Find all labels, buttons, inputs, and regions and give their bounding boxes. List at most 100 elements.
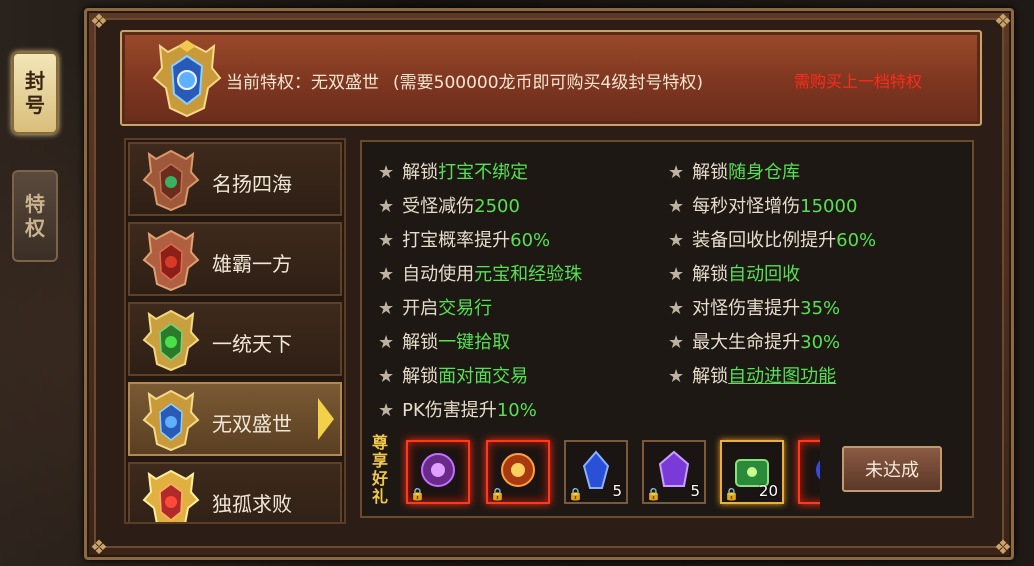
tab-title[interactable]: 封 号 [12, 52, 58, 134]
perk-item: ★ 解锁打宝不绑定 [378, 158, 528, 184]
star-icon: ★ [378, 196, 395, 217]
lock-icon: 🔒 [724, 487, 739, 501]
requirement-text: (需要500000龙币即可购买4级封号特权) [393, 73, 703, 93]
perk-item: ★ 开启交易行 [378, 294, 492, 320]
perk-highlight: 交易行 [438, 298, 493, 319]
perk-item: ★ 受怪减伤2500 [378, 192, 520, 218]
lock-icon: 🔒 [410, 487, 425, 501]
frame-corner-ornament: ❖ [994, 535, 1012, 559]
lock-icon: 🔒 [490, 487, 505, 501]
bronze-emblem-icon [142, 149, 200, 212]
gift-quantity: 20 [758, 482, 778, 500]
star-icon: ★ [668, 230, 685, 251]
perk-highlight: 元宝和经验珠 [474, 264, 583, 285]
tab-privilege-char-2: 权 [25, 216, 45, 240]
rank-list: 名扬四海 雄霸一方 一统天下 无双盛世 独孤求败 [124, 138, 346, 524]
star-icon: ★ [378, 332, 395, 353]
perk-highlight: 10% [496, 400, 537, 421]
perk-prefix: 解锁 [692, 366, 729, 387]
gift-quantity: 5 [690, 482, 700, 500]
perk-prefix: 每秒对怪增伤 [692, 196, 801, 217]
perk-highlight: 随身仓库 [728, 162, 801, 183]
perk-highlight: 面对面交易 [438, 366, 529, 387]
tab-title-char-2: 号 [25, 93, 45, 117]
perk-prefix: 解锁 [402, 366, 439, 387]
not-achieved-button[interactable]: 未达成 [842, 446, 942, 492]
star-icon: ★ [378, 366, 395, 387]
frame-corner-ornament: ❖ [90, 9, 108, 33]
perk-prefix: 最大生命提升 [692, 332, 801, 353]
blue-emblem-icon [152, 40, 222, 118]
gift-slot-4[interactable]: 🔒 5 [642, 440, 706, 504]
lock-icon: 🔒 [568, 487, 583, 501]
perk-highlight: 60% [836, 230, 877, 251]
star-icon: ★ [378, 264, 395, 285]
frame-corner-ornament: ❖ [994, 9, 1012, 33]
perk-item: ★ 解锁面对面交易 [378, 362, 528, 388]
gift-slot-1[interactable]: 🔒 [406, 440, 470, 504]
perk-item: ★ 对怪伤害提升35% [668, 294, 840, 320]
perk-item: ★ 解锁自动回收 [668, 260, 800, 286]
gift-slot-6[interactable] [798, 440, 820, 504]
perk-item: ★ 解锁随身仓库 [668, 158, 800, 184]
rank-item-4-selected[interactable]: 无双盛世 [128, 382, 342, 456]
perk-prefix: 解锁 [692, 264, 729, 285]
tab-privilege-char-1: 特 [25, 192, 45, 216]
frame-corner-ornament: ❖ [90, 535, 108, 559]
current-privilege-label: 当前特权：无双盛世 [226, 73, 379, 93]
star-icon: ★ [668, 196, 685, 217]
star-icon: ★ [378, 230, 395, 251]
tab-title-char-1: 封 [25, 69, 45, 93]
star-icon: ★ [378, 162, 395, 183]
perk-prefix: PK伤害提升 [402, 400, 497, 421]
rank-item-5[interactable]: 独孤求败 [128, 462, 342, 522]
star-icon: ★ [668, 366, 685, 387]
tab-privilege[interactable]: 特 权 [12, 170, 58, 262]
perk-prefix: 自动使用 [402, 264, 475, 285]
rank-name: 雄霸一方 [212, 252, 292, 276]
star-icon: ★ [668, 162, 685, 183]
star-icon: ★ [668, 332, 685, 353]
gift-slot-3[interactable]: 🔒 5 [564, 440, 628, 504]
perk-item: ★ PK伤害提升10% [378, 396, 537, 422]
blue-emblem-icon [142, 389, 200, 452]
perk-highlight: 30% [800, 332, 841, 353]
warning-text: 需购买上一档特权 [794, 72, 923, 91]
perk-highlight: 60% [510, 230, 551, 251]
perk-highlight: 打宝不绑定 [438, 162, 529, 183]
gift-quantity: 5 [612, 482, 622, 500]
green-emblem-icon [142, 309, 200, 372]
gift-slot-2[interactable]: 🔒 [486, 440, 550, 504]
rank-item-2[interactable]: 雄霸一方 [128, 222, 342, 296]
gold-emblem-icon [142, 469, 200, 522]
rank-item-1[interactable]: 名扬四海 [128, 142, 342, 216]
star-icon: ★ [378, 298, 395, 319]
perk-highlight[interactable]: 自动进图功能 [728, 366, 836, 387]
perk-prefix: 解锁 [692, 162, 729, 183]
perk-item: ★ 打宝概率提升60% [378, 226, 550, 252]
perk-prefix: 开启 [402, 298, 439, 319]
perk-highlight: 15000 [800, 196, 858, 217]
perk-highlight: 自动回收 [728, 264, 801, 285]
perk-item: ★ 每秒对怪增伤15000 [668, 192, 857, 218]
perk-highlight: 一键拾取 [438, 332, 511, 353]
current-privilege-text: 当前特权：无双盛世 (需要500000龙币即可购买4级封号特权) [226, 68, 703, 93]
perk-prefix: 打宝概率提升 [402, 230, 511, 251]
rank-item-3[interactable]: 一统天下 [128, 302, 342, 376]
perk-item: ★ 最大生命提升30% [668, 328, 840, 354]
star-icon: ★ [668, 298, 685, 319]
perk-prefix: 解锁 [402, 162, 439, 183]
perk-item: ★ 解锁一键拾取 [378, 328, 510, 354]
perk-prefix: 受怪减伤 [402, 196, 475, 217]
perk-item: ★ 自动使用元宝和经验珠 [378, 260, 582, 286]
gift-slot-5[interactable]: 🔒 20 [720, 440, 784, 504]
red-emblem-icon [142, 229, 200, 292]
lock-icon: 🔒 [646, 487, 661, 501]
perk-highlight: 2500 [474, 196, 520, 217]
privilege-banner: 当前特权：无双盛世 (需要500000龙币即可购买4级封号特权) 需购买上一档特权 [120, 30, 982, 126]
perk-highlight: 35% [800, 298, 841, 319]
partial-item-icon [816, 460, 820, 480]
rank-name: 无双盛世 [212, 412, 292, 436]
perk-item: ★ 解锁自动进图功能 [668, 362, 836, 388]
star-icon: ★ [668, 264, 685, 285]
